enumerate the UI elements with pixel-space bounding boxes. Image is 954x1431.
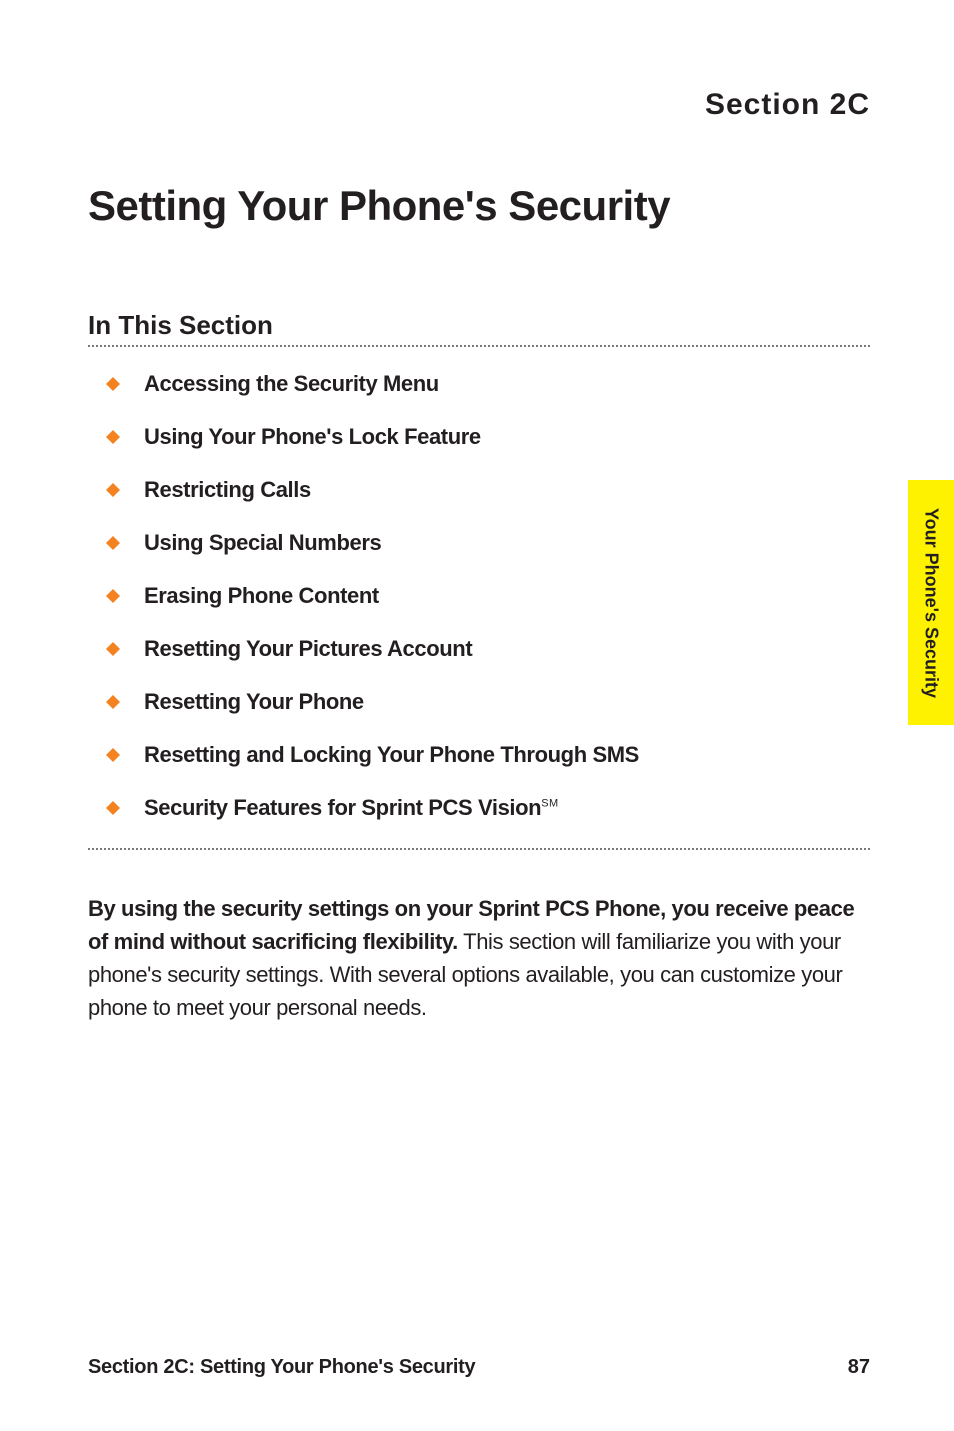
diamond-icon <box>106 483 120 497</box>
dotted-rule-top <box>88 345 870 347</box>
list-item: Security Features for Sprint PCS VisionS… <box>88 795 870 821</box>
list-item: Resetting Your Phone <box>88 689 870 715</box>
list-item: Using Your Phone's Lock Feature <box>88 424 870 450</box>
diamond-icon <box>106 377 120 391</box>
diamond-icon <box>106 589 120 603</box>
list-item: Erasing Phone Content <box>88 583 870 609</box>
bullet-list: Accessing the Security Menu Using Your P… <box>88 371 870 821</box>
diamond-icon <box>106 748 120 762</box>
bullet-text: Restricting Calls <box>144 477 311 503</box>
bullet-text: Accessing the Security Menu <box>144 371 439 397</box>
list-item: Resetting and Locking Your Phone Through… <box>88 742 870 768</box>
bullet-text: Using Special Numbers <box>144 530 381 556</box>
section-label: Section 2C <box>88 88 870 122</box>
side-tab: Your Phone's Security <box>908 480 954 725</box>
diamond-icon <box>106 536 120 550</box>
list-item: Resetting Your Pictures Account <box>88 636 870 662</box>
sm-mark: SM <box>541 798 559 810</box>
dotted-rule-bottom <box>88 848 870 850</box>
list-item: Restricting Calls <box>88 477 870 503</box>
diamond-icon <box>106 642 120 656</box>
list-item: Accessing the Security Menu <box>88 371 870 397</box>
footer-title: Section 2C: Setting Your Phone's Securit… <box>88 1356 475 1379</box>
diamond-icon <box>106 801 120 815</box>
side-tab-text: Your Phone's Security <box>921 508 942 698</box>
footer-page-number: 87 <box>848 1356 870 1379</box>
list-item: Using Special Numbers <box>88 530 870 556</box>
page-title: Setting Your Phone's Security <box>88 182 870 230</box>
bullet-text: Erasing Phone Content <box>144 583 379 609</box>
bullet-text: Resetting Your Pictures Account <box>144 636 472 662</box>
bullet-text: Resetting and Locking Your Phone Through… <box>144 742 639 768</box>
bullet-text: Security Features for Sprint PCS VisionS… <box>144 795 559 821</box>
sub-heading: In This Section <box>88 310 870 341</box>
bullet-text: Using Your Phone's Lock Feature <box>144 424 481 450</box>
diamond-icon <box>106 430 120 444</box>
body-paragraph: By using the security settings on your S… <box>88 892 870 1024</box>
footer: Section 2C: Setting Your Phone's Securit… <box>88 1356 870 1379</box>
diamond-icon <box>106 695 120 709</box>
bullet-text: Resetting Your Phone <box>144 689 364 715</box>
